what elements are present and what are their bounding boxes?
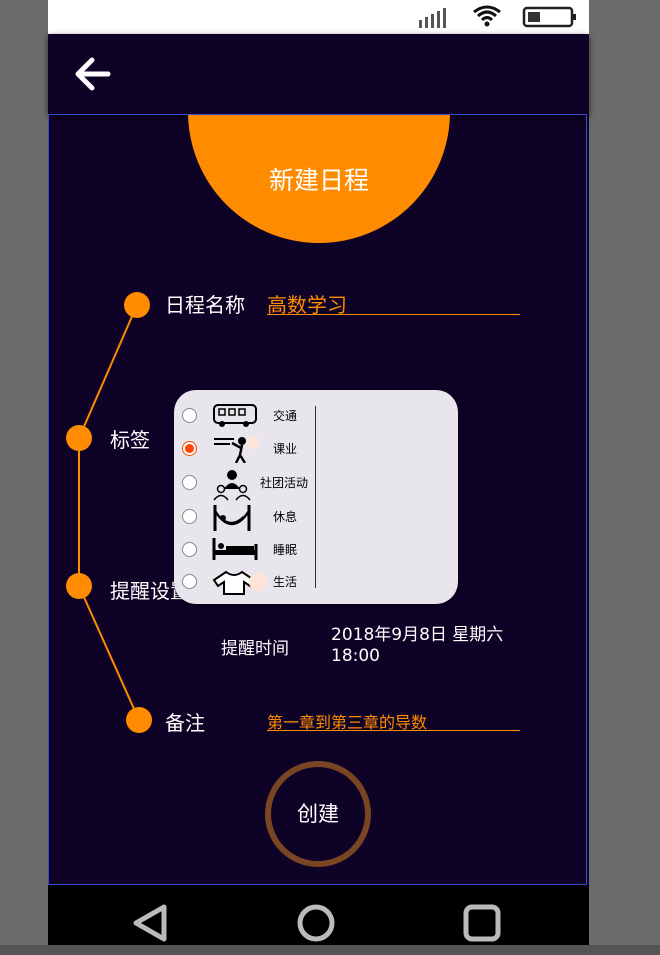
- note-input-underline: [267, 730, 520, 731]
- timeline-dot-name: [124, 292, 150, 318]
- tag-option-label: 休息: [273, 510, 298, 524]
- name-label: 日程名称: [165, 293, 245, 317]
- nav-home-icon[interactable]: [296, 903, 336, 943]
- app-bar: [48, 34, 589, 114]
- radio-button[interactable]: [182, 475, 197, 490]
- bus-icon: [213, 404, 257, 427]
- battery-icon: [522, 6, 576, 28]
- popup-divider: [315, 406, 316, 588]
- navigation-bar: [48, 885, 589, 945]
- tag-option-transport[interactable]: 交通: [174, 402, 324, 432]
- radio-button-selected[interactable]: [182, 441, 197, 456]
- bed-icon: [212, 538, 258, 560]
- tag-option-coursework[interactable]: 课业: [174, 435, 324, 465]
- tag-option-club[interactable]: 社团活动: [174, 469, 324, 501]
- tag-picker-popup: 交通 课业 社团活动 休息 睡眠 生活: [174, 390, 458, 604]
- note-label: 备注: [165, 711, 205, 735]
- timeline-dot-reminder: [66, 573, 92, 599]
- reminder-date-text: 2018年9月8日 星期六: [331, 625, 504, 645]
- wifi-icon: [473, 5, 501, 27]
- shirt-icon: [212, 570, 267, 595]
- timeline-dot-tag: [66, 425, 92, 451]
- tag-option-life[interactable]: 生活: [174, 568, 324, 598]
- teacher-icon: [214, 437, 258, 463]
- tag-option-rest[interactable]: 休息: [174, 503, 324, 533]
- radio-button[interactable]: [182, 542, 197, 557]
- tag-option-label: 社团活动: [260, 476, 309, 490]
- radio-button[interactable]: [182, 408, 197, 423]
- tag-option-label: 生活: [273, 575, 298, 589]
- bottom-edge: [0, 945, 660, 955]
- radio-button[interactable]: [182, 509, 197, 524]
- radio-button[interactable]: [182, 574, 197, 589]
- hammock-icon: [213, 505, 251, 531]
- group-icon: [213, 470, 251, 501]
- tag-option-label: 课业: [273, 442, 298, 456]
- phone-screen: 新建日程 日程名称 高数学习 标签 课业 提醒设置 提醒时间 2018年9月8日…: [48, 0, 589, 945]
- tag-option-sleep[interactable]: 睡眠: [174, 536, 324, 566]
- name-input-underline: [267, 314, 520, 315]
- tag-label: 标签: [110, 428, 150, 452]
- form-content: 新建日程 日程名称 高数学习 标签 课业 提醒设置 提醒时间 2018年9月8日…: [48, 114, 587, 885]
- back-arrow-icon[interactable]: [72, 54, 114, 94]
- signal-icon: [419, 8, 446, 28]
- timeline-dot-note: [126, 707, 152, 733]
- nav-recent-apps-icon[interactable]: [462, 903, 502, 943]
- nav-back-icon[interactable]: [130, 903, 170, 943]
- reminder-time-label: 提醒时间: [221, 639, 289, 659]
- reminder-time-value[interactable]: 2018年9月8日 星期六 18:00: [331, 625, 503, 667]
- tag-option-label: 睡眠: [273, 543, 298, 557]
- reminder-hour-text: 18:00: [331, 646, 380, 666]
- create-button[interactable]: 创建: [265, 761, 371, 867]
- status-bar: [48, 0, 589, 34]
- tag-option-label: 交通: [273, 409, 298, 423]
